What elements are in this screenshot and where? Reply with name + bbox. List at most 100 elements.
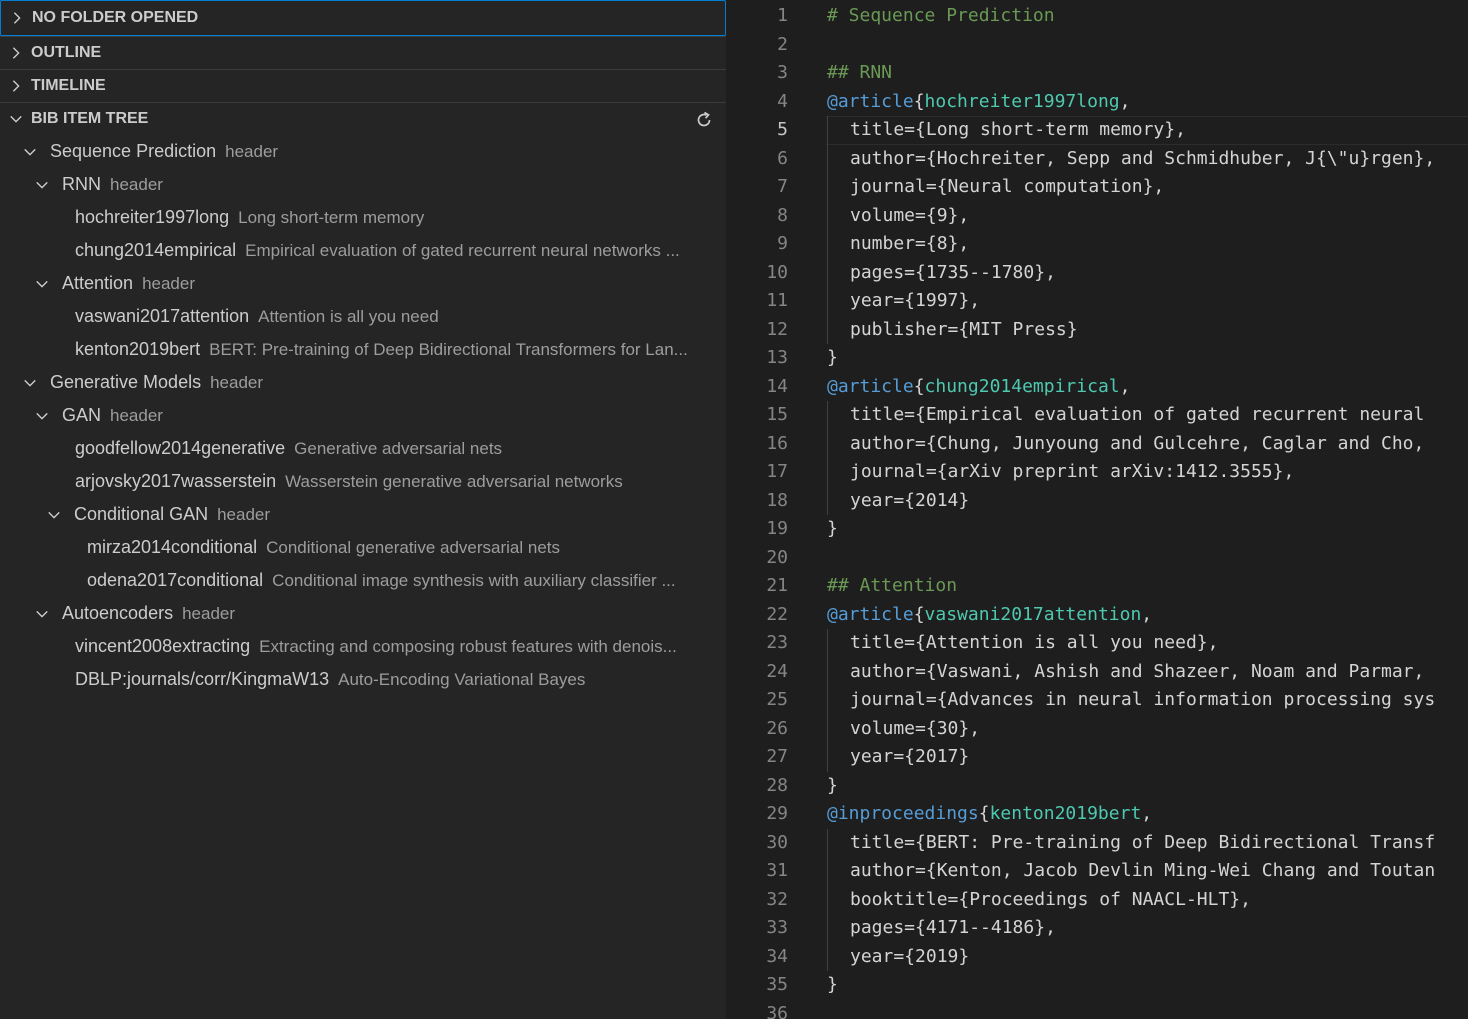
code-line[interactable]: 14 @article{chung2014empirical, — [726, 373, 1468, 402]
closing-brace: } — [827, 518, 838, 539]
code-line[interactable]: 8 volume={9}, — [726, 201, 1468, 230]
code-line[interactable]: 6 author={Hochreiter, Sepp and Schmidhube… — [726, 144, 1468, 173]
code-line[interactable]: 31 author={Kenton, Jacob Devlin Ming-Wei … — [726, 857, 1468, 886]
tree-item-attention[interactable]: Attention header — [0, 267, 726, 300]
code-line[interactable]: 2 — [726, 31, 1468, 60]
tree-item-generative-models[interactable]: Generative Models header — [0, 366, 726, 399]
line-content: journal={Neural computation}, — [827, 173, 1164, 202]
tree-item-entry[interactable]: vincent2008extracting Extracting and com… — [0, 630, 726, 663]
bib-field: author={Hochreiter, Sepp and Schmidhuber… — [850, 147, 1436, 169]
entry-type: @inproceedings — [827, 803, 979, 824]
code-line[interactable]: 11 year={1997}, — [726, 287, 1468, 316]
comma: , — [1141, 803, 1153, 824]
section-bib-item-tree[interactable]: BIB ITEM TREE — [0, 102, 726, 135]
refresh-icon[interactable] — [694, 110, 714, 130]
code-line[interactable]: 28} — [726, 772, 1468, 801]
tree-item-entry[interactable]: kenton2019bert BERT: Pre-training of Dee… — [0, 333, 726, 366]
line-content: author={Kenton, Jacob Devlin Ming-Wei Ch… — [827, 857, 1435, 886]
code-line[interactable]: 36 — [726, 1000, 1468, 1019]
code-line[interactable]: 25 journal={Advances in neural informatio… — [726, 686, 1468, 715]
tree-item-entry[interactable]: arjovsky2017wasserstein Wasserstein gene… — [0, 465, 726, 498]
code-line[interactable]: 10 pages={1735--1780}, — [726, 258, 1468, 287]
section-timeline[interactable]: TIMELINE — [0, 69, 726, 102]
code-line[interactable]: 22 @article{vaswani2017attention, — [726, 601, 1468, 630]
tree-item-entry[interactable]: DBLP:journals/corr/KingmaW13 Auto-Encodi… — [0, 663, 726, 696]
bib-field: title={BERT: Pre-training of Deep Bidire… — [850, 831, 1436, 853]
line-number: 33 — [766, 917, 788, 938]
code-line[interactable]: 4 @article{hochreiter1997long, — [726, 88, 1468, 117]
tree-item-entry[interactable]: odena2017conditional Conditional image s… — [0, 564, 726, 597]
line-number: 34 — [766, 945, 788, 967]
chevron-down-icon — [24, 379, 36, 387]
tree-item-description: Attention is all you need — [258, 306, 439, 326]
tree-item-entry[interactable]: goodfellow2014generative Generative adve… — [0, 432, 726, 465]
code-line[interactable]: 23 title={Attention is all you need}, — [726, 629, 1468, 658]
section-outline[interactable]: OUTLINE — [0, 36, 726, 69]
tree-item-entry[interactable]: mirza2014conditional Conditional generat… — [0, 531, 726, 564]
section-no-folder-opened[interactable]: NO FOLDER OPENED — [0, 0, 726, 36]
line-number: 25 — [766, 689, 788, 710]
code-line[interactable]: 21 ## Attention — [726, 572, 1468, 601]
brace: { — [913, 90, 925, 112]
line-content: title={Long short-term memory}, — [827, 116, 1186, 145]
bib-field: pages={4171--4186}, — [850, 917, 1056, 938]
tree-item-description: header — [142, 273, 195, 293]
markdown-heading: ## RNN — [827, 62, 893, 83]
section-title: OUTLINE — [31, 44, 102, 61]
code-line[interactable]: 7 journal={Neural computation}, — [726, 173, 1468, 202]
line-number: 23 — [766, 632, 788, 653]
code-line[interactable]: 29 @inproceedings{kenton2019bert, — [726, 800, 1468, 829]
line-content: ## RNN — [827, 59, 892, 88]
tree-item-description: Conditional generative adversarial nets — [266, 537, 561, 557]
code-line[interactable]: 27 year={2017} — [726, 743, 1468, 772]
tree-item-entry[interactable]: vaswani2017attention Attention is all yo… — [0, 300, 726, 333]
line-content: journal={arXiv preprint arXiv:1412.3555}… — [827, 458, 1294, 487]
tree-item-autoencoders[interactable]: Autoencoders header — [0, 597, 726, 630]
chevron-right-icon — [13, 12, 21, 24]
tree-item-gan[interactable]: GAN header — [0, 399, 726, 432]
tree-item-description: Long short-term memory — [238, 207, 425, 227]
code-line[interactable]: 9 number={8}, — [726, 230, 1468, 259]
line-number: 8 — [777, 204, 788, 226]
line-number: 7 — [777, 176, 788, 197]
tree-item-label: vaswani2017attention — [75, 306, 250, 326]
tree-item-description: header — [110, 174, 163, 194]
line-number: 32 — [766, 888, 788, 910]
bib-field: booktitle={Proceedings of NAACL-HLT}, — [850, 888, 1251, 910]
code-editor[interactable]: 1 # Sequence Prediction 2 3 ## RNN 4 @article{… — [726, 0, 1468, 1019]
code-line[interactable]: 13} — [726, 344, 1468, 373]
closing-brace: } — [827, 974, 838, 995]
tree-item-entry[interactable]: hochreiter1997long Long short-term memor… — [0, 201, 726, 234]
tree-item-label: DBLP:journals/corr/KingmaW13 — [75, 669, 330, 689]
tree-item-entry[interactable]: chung2014empirical Empirical evaluation … — [0, 234, 726, 267]
line-number: 1 — [777, 5, 788, 26]
code-line[interactable]: 15 title={Empirical evaluation of gated r… — [726, 401, 1468, 430]
code-line[interactable]: 35} — [726, 971, 1468, 1000]
line-number: 35 — [766, 974, 788, 995]
line-content: ## Attention — [827, 572, 957, 601]
tree-item-rnn[interactable]: RNN header — [0, 168, 726, 201]
bib-field: year={2017} — [850, 746, 970, 767]
code-line[interactable]: 20 — [726, 544, 1468, 573]
tree-item-conditional-gan[interactable]: Conditional GAN header — [0, 498, 726, 531]
citation-key: chung2014empirical — [924, 375, 1120, 397]
code-line[interactable]: 17 journal={arXiv preprint arXiv:1412.355… — [726, 458, 1468, 487]
section-title: TIMELINE — [31, 77, 106, 94]
code-line[interactable]: 12 publisher={MIT Press} — [726, 315, 1468, 344]
code-line[interactable]: 32 booktitle={Proceedings of NAACL-HLT}, — [726, 885, 1468, 914]
tree-item-description: header — [110, 405, 163, 425]
code-line[interactable]: 3 ## RNN — [726, 59, 1468, 88]
code-line[interactable]: 26 volume={30}, — [726, 714, 1468, 743]
bib-field: author={Chung, Junyoung and Gulcehre, Ca… — [850, 432, 1425, 454]
code-line[interactable]: 1 # Sequence Prediction — [726, 2, 1468, 31]
code-line[interactable]: 30 title={BERT: Pre-training of Deep Bidi… — [726, 828, 1468, 857]
code-line[interactable]: 19} — [726, 515, 1468, 544]
code-line[interactable]: 33 pages={4171--4186}, — [726, 914, 1468, 943]
code-line[interactable]: 34 year={2019} — [726, 942, 1468, 971]
code-line[interactable]: 24 author={Vaswani, Ashish and Shazeer, N… — [726, 657, 1468, 686]
tree-item-sequence-prediction[interactable]: Sequence Prediction header — [0, 135, 726, 168]
code-line[interactable]: 16 author={Chung, Junyoung and Gulcehre, … — [726, 429, 1468, 458]
code-line[interactable]: 5 title={Long short-term memory}, — [726, 116, 1468, 145]
code-line[interactable]: 18 year={2014} — [726, 486, 1468, 515]
entry-type: @article — [827, 375, 914, 397]
